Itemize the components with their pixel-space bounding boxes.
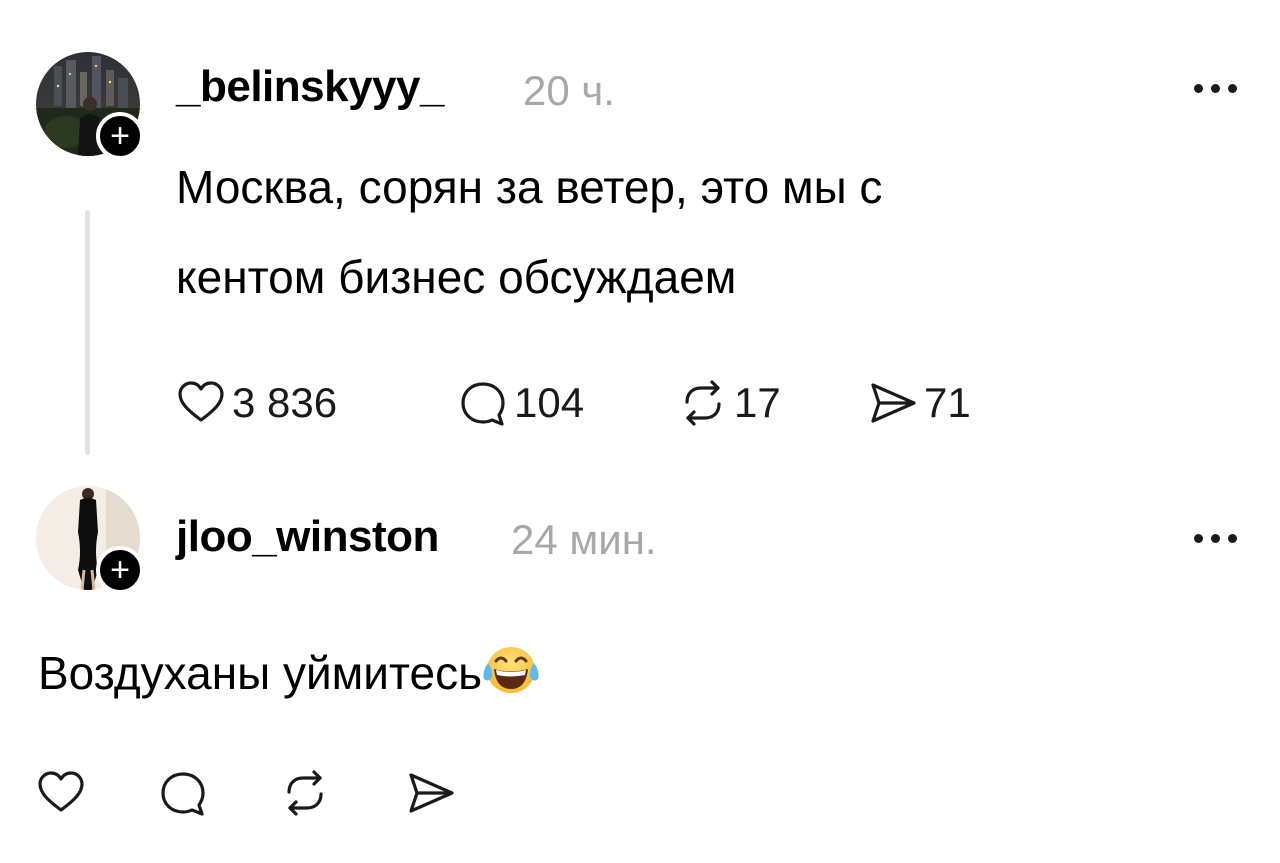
repost-button[interactable]	[280, 768, 406, 818]
repost-icon	[287, 770, 323, 816]
comment-button[interactable]: 104	[458, 378, 678, 428]
repost-icon	[685, 380, 721, 426]
post-actions	[36, 768, 456, 818]
comment-icon	[461, 382, 505, 426]
post-username[interactable]: jloo_winston	[176, 512, 439, 562]
share-count: 71	[924, 379, 971, 426]
like-count: 3 836	[232, 379, 338, 426]
post-actions: 3 836 104 17 71	[176, 378, 971, 428]
share-icon	[409, 773, 454, 813]
follow-plus-icon[interactable]: +	[96, 112, 144, 160]
share-button[interactable]	[406, 768, 456, 818]
post-text-content: Воздуханы уймитесь	[38, 647, 483, 699]
like-button[interactable]	[36, 768, 158, 818]
heart-icon	[38, 771, 84, 812]
like-button[interactable]: 3 836	[176, 378, 458, 428]
repost-count: 17	[734, 379, 781, 426]
share-icon	[871, 383, 916, 423]
avatar-jloo-winston[interactable]: +	[36, 486, 144, 594]
share-button[interactable]: 71	[868, 378, 971, 428]
post-username[interactable]: _belinskyyy_	[176, 62, 444, 112]
threads-feed: + _belinskyyy_ 20 ч. Москва, сорян за ве…	[0, 0, 1280, 863]
face-with-tears-of-joy-icon	[483, 647, 539, 693]
more-icon[interactable]	[1194, 534, 1237, 543]
thread-line	[85, 210, 90, 455]
avatar-belinskyyy[interactable]: +	[36, 52, 144, 160]
post-time: 24 мин.	[511, 516, 657, 563]
comment-count: 104	[514, 379, 585, 426]
comment-icon	[161, 772, 205, 816]
heart-icon	[178, 381, 224, 422]
post-text: Воздуханы уймитесь	[38, 628, 540, 718]
follow-plus-icon[interactable]: +	[96, 546, 144, 594]
more-icon[interactable]	[1194, 84, 1237, 93]
comment-button[interactable]	[158, 768, 280, 818]
repost-button[interactable]: 17	[678, 378, 868, 428]
post-time: 20 ч.	[523, 67, 615, 114]
post-text-line-2: кентом бизнес обсуждаем	[176, 251, 737, 303]
post-text-line-1: Москва, сорян за ветер, это мы с	[176, 161, 883, 213]
